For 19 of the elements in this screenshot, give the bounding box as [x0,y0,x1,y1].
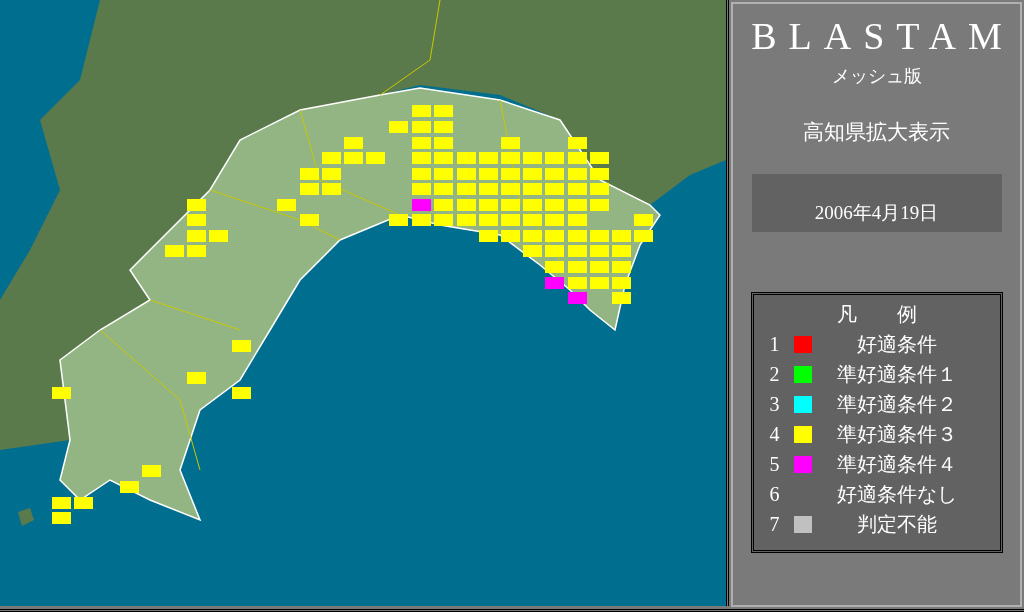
legend-label: 準好適条件１ [835,362,958,388]
app-subtitle: メッシュ版 [831,64,922,88]
legend-title: 凡例 [835,301,958,327]
date-label: 2006年4月19日 [751,173,1002,232]
legend-number: 1 [769,333,781,357]
legend-label: 好適条件 [855,332,938,358]
app-title: BLASTAM [751,16,1014,58]
legend-label: 好適条件なし [835,482,958,508]
legend-label: 準好適条件２ [835,392,958,418]
legend-label: 準好適条件４ [835,452,958,478]
legend-label: 準好適条件３ [835,422,958,448]
legend-number: 3 [769,393,781,417]
region-label: 高知県拡大表示 [803,118,950,146]
legend-number: 7 [769,513,781,537]
legend-number: 6 [769,483,781,507]
legend-number: 2 [769,363,781,387]
legend-number: 5 [769,453,781,477]
legend-number: 4 [769,423,781,447]
legend-label: 判定不能 [855,512,938,538]
